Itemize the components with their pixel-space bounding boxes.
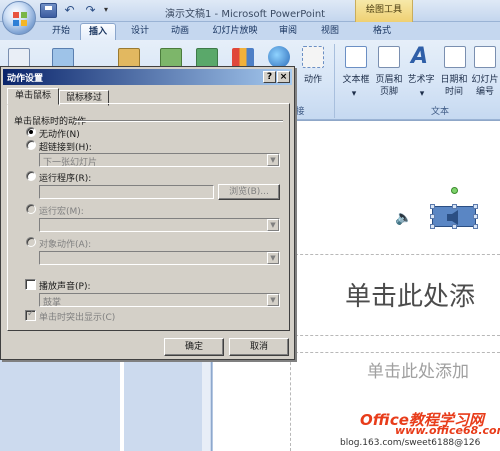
tab-review[interactable]: 审阅 <box>272 23 304 40</box>
action-icon[interactable] <box>302 46 324 68</box>
close-button[interactable]: × <box>277 71 290 83</box>
resize-handle[interactable] <box>430 224 435 229</box>
slide-number-icon[interactable] <box>474 46 496 68</box>
tab-design[interactable]: 设计 <box>124 23 156 40</box>
tab-insert[interactable]: 插入 <box>80 23 116 40</box>
subtitle-placeholder-text[interactable]: 单击此处添加 <box>367 357 469 382</box>
wordart-button-label[interactable]: 艺术字 <box>404 74 438 86</box>
action-button-label[interactable]: 动作 <box>298 74 328 86</box>
hyperlink-select[interactable]: 下一张幻灯片 ▼ <box>39 153 280 168</box>
highlight-click-checkbox[interactable] <box>25 309 36 321</box>
header-footer-button-label[interactable]: 页眉和 页脚 <box>372 74 406 98</box>
title-placeholder-text[interactable]: 单击此处添 <box>345 276 475 313</box>
run-program-label[interactable]: 运行程序(R): <box>39 171 91 184</box>
action-settings-dialog: 动作设置 ? × 单击鼠标 鼠标移过 单击鼠标时的动作 无动作(N) 超链接到(… <box>0 66 295 360</box>
wordart-icon[interactable]: A <box>411 46 433 68</box>
object-action-select[interactable]: ▼ <box>39 251 280 265</box>
chevron-down-icon[interactable]: ▼ <box>267 154 279 166</box>
rotation-handle[interactable] <box>451 187 458 194</box>
hyperlink-select-value: 下一张幻灯片 <box>43 158 98 168</box>
tab-animations[interactable]: 动画 <box>164 23 196 40</box>
tab-slideshow[interactable]: 幻灯片放映 <box>206 23 264 40</box>
radio-object-action[interactable] <box>26 237 36 247</box>
chevron-down-icon[interactable]: ▼ <box>267 294 279 306</box>
resize-handle[interactable] <box>430 204 435 209</box>
radio-no-action[interactable] <box>26 127 36 137</box>
dialog-title: 动作设置 <box>7 74 44 84</box>
ok-button[interactable]: 确定 <box>164 338 224 356</box>
save-icon[interactable] <box>40 3 57 18</box>
resize-handle[interactable] <box>473 224 478 229</box>
text-group-label: 文本 <box>430 107 449 117</box>
cancel-button[interactable]: 取消 <box>229 338 289 356</box>
sound-select-value: 鼓掌 <box>43 298 62 308</box>
group-separator <box>334 44 335 118</box>
resize-handle[interactable] <box>452 204 457 209</box>
radio-run-program[interactable] <box>26 171 36 181</box>
chevron-down-icon[interactable]: ▼ <box>267 219 279 231</box>
header-footer-icon[interactable] <box>378 46 400 68</box>
date-time-button-label[interactable]: 日期和 时间 <box>438 74 470 98</box>
window-title: 演示文稿1 - Microsoft PowerPoint <box>165 9 326 20</box>
textbox-button-label[interactable]: 文本框 <box>338 74 374 86</box>
dialog-title-bar[interactable]: 动作设置 ? × <box>3 69 292 85</box>
run-macro-label: 运行宏(M): <box>39 207 84 217</box>
office-logo-icon <box>13 12 27 26</box>
chevron-down-icon[interactable]: ▼ <box>267 252 279 264</box>
ribbon-tab-bar: 开始 插入 设计 动画 幻灯片放映 审阅 视图 格式 <box>0 22 500 40</box>
watermark-url: www.office68.com <box>395 424 500 437</box>
resize-handle[interactable] <box>473 214 478 219</box>
section-divider <box>75 120 283 122</box>
speaker-icon[interactable]: 🔈 <box>395 210 412 226</box>
program-path-field[interactable] <box>39 185 214 199</box>
tab-view[interactable]: 视图 <box>314 23 346 40</box>
title-bar: ↶ ↷ ▾ 演示文稿1 - Microsoft PowerPoint 绘图工具 <box>0 0 500 35</box>
sound-select[interactable]: 鼓掌 ▼ <box>39 293 280 308</box>
hyperlink-label[interactable]: 超链接到(H): <box>39 140 92 153</box>
wordart-dropdown-icon[interactable]: ▾ <box>417 88 427 100</box>
blog-watermark: blog.163.com/sweet6188@126 <box>340 438 481 448</box>
play-sound-checkbox[interactable] <box>25 279 36 290</box>
customize-qat-icon[interactable]: ▾ <box>102 3 110 18</box>
macro-select[interactable]: ▼ <box>39 218 280 232</box>
redo-icon[interactable]: ↷ <box>82 3 99 18</box>
radio-hyperlink[interactable] <box>26 140 36 150</box>
pane-divider <box>120 360 124 451</box>
resize-handle[interactable] <box>452 224 457 229</box>
slide-number-button-label[interactable]: 幻灯片 编号 <box>470 74 500 98</box>
textbox-icon[interactable] <box>345 46 367 68</box>
tab-mouse-click[interactable]: 单击鼠标 <box>7 88 59 105</box>
no-action-label[interactable]: 无动作(N) <box>39 127 80 140</box>
tab-home[interactable]: 开始 <box>44 23 78 40</box>
drawing-tools-context-label: 绘图工具 <box>355 0 413 22</box>
help-button[interactable]: ? <box>263 71 276 83</box>
radio-run-macro[interactable] <box>26 204 36 214</box>
resize-handle[interactable] <box>430 214 435 219</box>
pane-divider <box>202 360 210 451</box>
date-time-icon[interactable] <box>444 46 466 68</box>
tab-format[interactable]: 格式 <box>366 23 398 40</box>
textbox-dropdown-icon[interactable]: ▾ <box>349 88 359 100</box>
highlight-click-label: 单击时突出显示(C) <box>39 313 116 323</box>
undo-icon[interactable]: ↶ <box>61 3 78 18</box>
resize-handle[interactable] <box>473 204 478 209</box>
hyperlink-icon[interactable] <box>268 46 290 68</box>
play-sound-label[interactable]: 播放声音(P): <box>39 279 90 292</box>
object-action-label: 对象动作(A): <box>39 240 92 250</box>
browse-button[interactable]: 浏览(B)... <box>218 184 280 200</box>
office-button[interactable] <box>2 1 36 35</box>
